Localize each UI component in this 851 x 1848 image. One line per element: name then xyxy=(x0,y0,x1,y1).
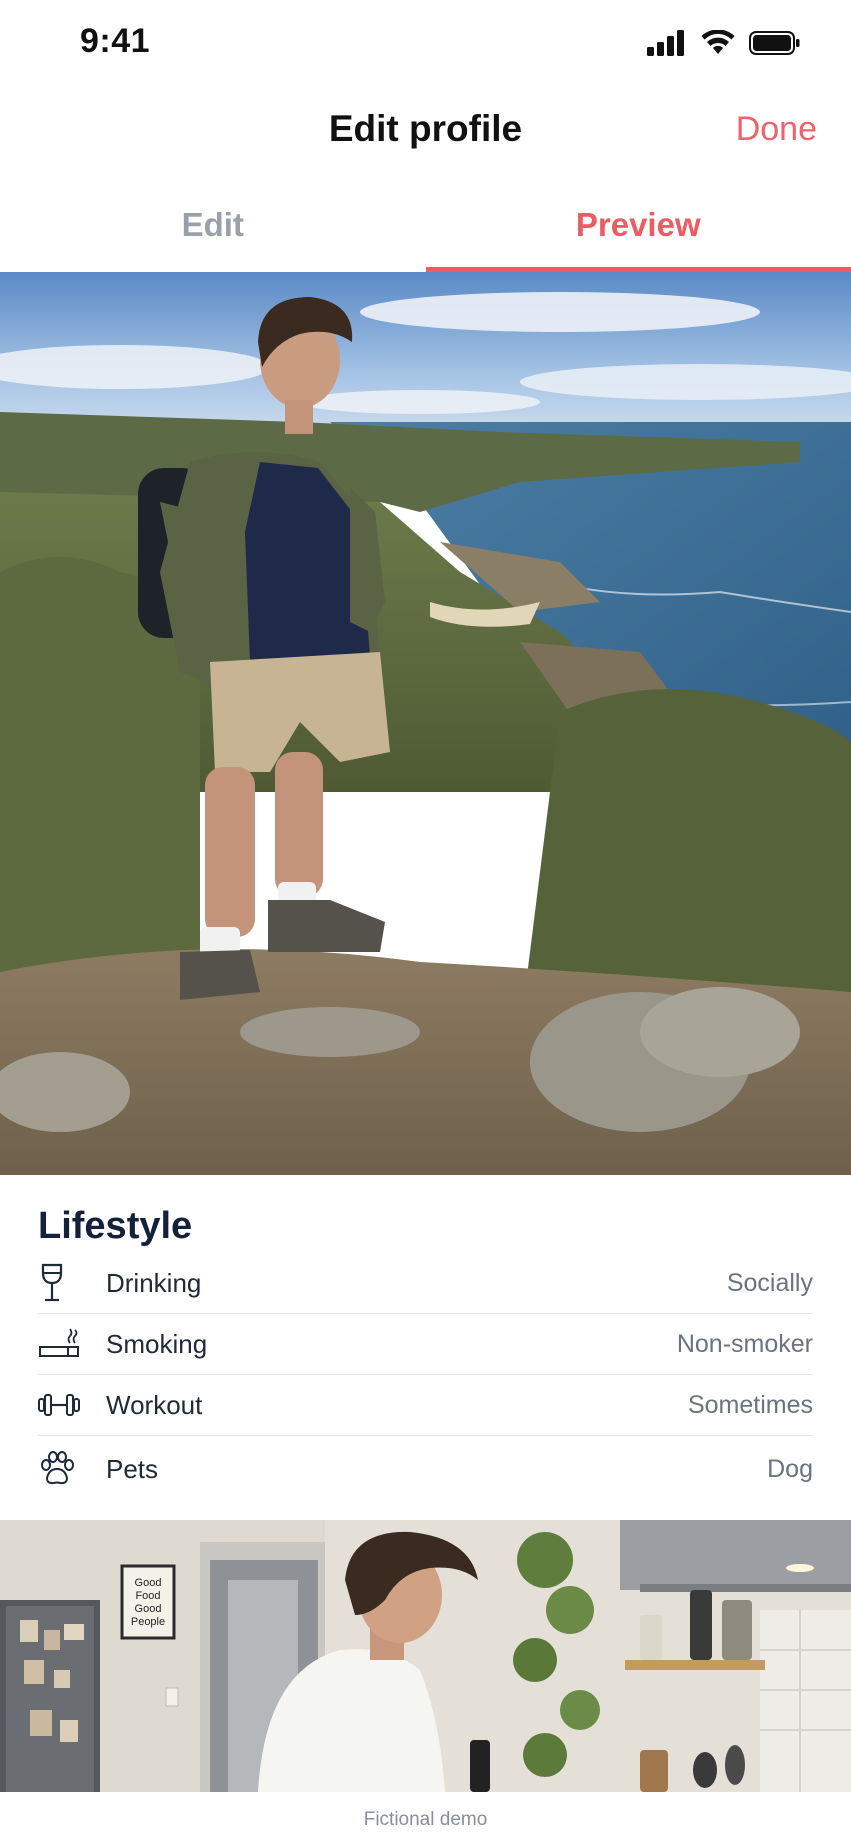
lifestyle-label: Pets xyxy=(106,1453,159,1484)
poster-line: Good xyxy=(135,1577,162,1589)
lifestyle-value: Sometimes xyxy=(687,1390,813,1419)
dumbbell-icon xyxy=(38,1385,82,1425)
status-icons xyxy=(647,28,801,58)
tab-preview[interactable]: Preview xyxy=(425,180,851,272)
done-button[interactable]: Done xyxy=(736,110,817,149)
lifestyle-value: Socially xyxy=(726,1268,813,1297)
page-title: Edit profile xyxy=(328,108,523,149)
poster-line: Good xyxy=(135,1603,162,1615)
lifestyle-title: Lifestyle xyxy=(38,1205,193,1247)
cigarette-icon xyxy=(38,1324,82,1364)
footer-text: Fictional demo xyxy=(363,1809,488,1830)
lifestyle-row-drinking: Drinking Socially xyxy=(38,1253,813,1314)
lifestyle-value: Non-smoker xyxy=(676,1329,813,1358)
tab-edit[interactable]: Edit xyxy=(0,180,426,272)
header: Edit profile Done xyxy=(0,88,851,180)
lifestyle-section: Lifestyle Drinking Socially Smoking Non-… xyxy=(0,1175,851,1520)
profile-photo-kitchen[interactable]: Good Food Good People xyxy=(0,1520,851,1792)
lifestyle-value: Dog xyxy=(767,1454,813,1483)
paw-icon xyxy=(38,1449,82,1489)
lifestyle-row-smoking: Smoking Non-smoker xyxy=(38,1314,813,1375)
lifestyle-label: Workout xyxy=(106,1389,203,1420)
cellular-signal-icon xyxy=(647,30,687,56)
wifi-icon xyxy=(701,30,735,56)
tab-bar: Edit Preview xyxy=(0,180,851,272)
lifestyle-row-workout: Workout Sometimes xyxy=(38,1375,813,1436)
wine-glass-icon xyxy=(38,1263,82,1303)
status-time: 9:41 xyxy=(80,22,151,60)
poster-line: Food xyxy=(135,1590,160,1602)
profile-photo-coast[interactable] xyxy=(0,272,851,1175)
lifestyle-label: Smoking xyxy=(106,1328,208,1359)
lifestyle-label: Drinking xyxy=(106,1267,202,1298)
battery-icon xyxy=(749,30,801,56)
poster-line: People xyxy=(131,1616,165,1628)
lifestyle-row-pets: Pets Dog xyxy=(38,1436,813,1502)
status-bar: 9:41 xyxy=(0,0,851,88)
footer: Fictional demo xyxy=(0,1792,851,1848)
